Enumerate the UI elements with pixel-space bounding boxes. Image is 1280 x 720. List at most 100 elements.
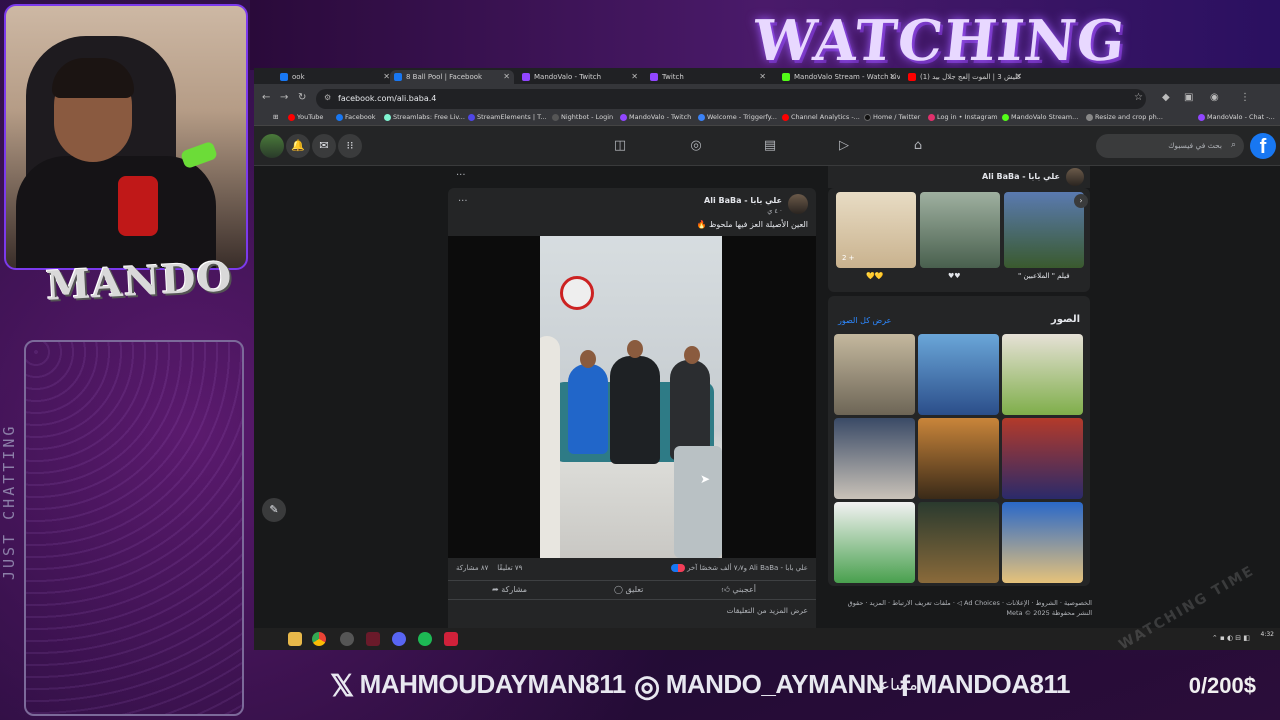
app-icon[interactable] <box>366 632 380 646</box>
forward-icon[interactable]: → <box>280 92 288 103</box>
tab-twitch-mandovalo[interactable]: MandoValo - Twitch ✕ <box>518 70 642 84</box>
bookmark-twitch[interactable]: MandoValo - Twitch <box>620 113 691 121</box>
bookmark-twitter[interactable]: Home / Twitter <box>864 113 920 121</box>
comment-button[interactable]: ◯ تعليق <box>614 585 643 594</box>
tab-twitch[interactable]: Twitch ✕ <box>646 70 770 84</box>
featured-thumb[interactable] <box>920 192 1000 268</box>
valorant-icon[interactable] <box>444 632 458 646</box>
post-author-avatar[interactable] <box>788 194 808 214</box>
bookmark-streamlabs[interactable]: Streamlabs: Free Liv... <box>384 113 465 121</box>
bookmark-channel-analytics[interactable]: Channel Analytics -... <box>782 113 860 121</box>
post-counts[interactable]: ٧٩ تعليقًا ٨٧ مشاركة <box>456 564 522 572</box>
url-field[interactable]: ⚙ facebook.com/ali.baba.4 <box>316 89 1146 109</box>
post-video-container[interactable]: ➤ <box>448 236 816 558</box>
comments-count: ٧٩ تعليقًا <box>497 564 523 572</box>
discord-icon[interactable] <box>392 632 406 646</box>
facebook-search-input[interactable]: بحث في فيسبوك ⌕ <box>1096 134 1244 158</box>
compose-icon[interactable]: ✎ <box>262 498 286 522</box>
bookmark-instagram[interactable]: Log in • Instagram <box>928 113 998 121</box>
tab-close-icon[interactable]: ✕ <box>889 72 896 81</box>
reload-icon[interactable]: ↻ <box>298 92 306 103</box>
profile-avatar[interactable] <box>1066 168 1084 186</box>
tab-close-icon[interactable]: ✕ <box>631 72 638 81</box>
marketplace-icon[interactable]: ▤ <box>760 136 780 156</box>
featured-panel: 2 + 💛💛 ♥♥ فيلم " الملاعبين " › <box>828 188 1090 292</box>
gaming-icon[interactable]: ◫ <box>610 136 630 156</box>
tab-kick-stream[interactable]: MandoValo Stream - Watch Live ✕ <box>778 70 900 84</box>
streamer-logo: MANDO <box>44 253 234 310</box>
share-button[interactable]: ➦ مشاركة <box>492 585 527 594</box>
bookmark-youtube[interactable]: YouTube <box>288 113 323 121</box>
tab-label: 8 Ball Pool | Facebook <box>406 73 483 81</box>
photo-thumb[interactable] <box>1002 502 1083 583</box>
bookmark-nightbot[interactable]: Nightbot - Login <box>552 113 613 121</box>
file-explorer-icon[interactable] <box>288 632 302 646</box>
video-stand <box>674 446 722 558</box>
see-all-photos-link[interactable]: عرض كل الصور <box>838 316 891 325</box>
spotify-icon[interactable] <box>418 632 432 646</box>
post-reactions[interactable]: علي بابا - Ali BaBa و٧٫٧ ألف شخصًا آخر <box>669 564 808 572</box>
post-more-icon[interactable]: ··· <box>458 196 468 207</box>
view-more-comments-link[interactable]: عرض المزيد من التعليقات <box>726 606 808 615</box>
photo-thumb[interactable] <box>834 502 915 583</box>
tab-favicon-icon <box>782 73 790 81</box>
photo-thumb[interactable] <box>1002 334 1083 415</box>
post-timestamp[interactable]: ٤ ي · <box>767 207 782 215</box>
tab-facebook[interactable]: ook ✕ <box>276 70 394 84</box>
instagram-icon: ◎ <box>634 670 660 703</box>
extensions-puzzle-icon[interactable]: ▣ <box>1184 92 1193 103</box>
chrome-icon[interactable] <box>312 632 326 646</box>
tab-youtube[interactable]: (1) كليش 3 | الموت إلعج جلال بيد ✕ <box>904 70 1026 84</box>
tab-8-ball-pool[interactable]: 8 Ball Pool | Facebook ✕ <box>390 70 514 84</box>
notifications-icon[interactable]: 🔔 <box>286 134 310 158</box>
tab-close-icon[interactable]: ✕ <box>503 72 510 81</box>
bookmark-resize-crop[interactable]: Resize and crop ph... <box>1086 113 1163 121</box>
tab-favicon-icon <box>650 73 658 81</box>
back-icon[interactable]: ← <box>262 92 270 103</box>
tab-close-icon[interactable]: ✕ <box>1015 72 1022 81</box>
photo-thumb[interactable] <box>834 418 915 499</box>
featured-thumb[interactable] <box>1004 192 1084 268</box>
bookmark-facebook[interactable]: Facebook <box>336 113 376 121</box>
bookmark-kick-stream[interactable]: MandoValo Stream... <box>1002 113 1078 121</box>
photo-thumb[interactable] <box>1002 418 1083 499</box>
menu-grid-icon[interactable]: ⁝⁝ <box>338 134 362 158</box>
more-options-icon[interactable]: ··· <box>456 170 466 181</box>
menu-icon[interactable]: ⋮ <box>1240 92 1250 103</box>
post-caption: العين الأصيلة العز فيها ملحوظ 🔥 <box>696 220 808 229</box>
taskbar-clock[interactable]: 4:32 <box>1261 631 1274 639</box>
messenger-icon[interactable]: ✉ <box>312 134 336 158</box>
chevron-right-icon[interactable]: › <box>1074 194 1088 208</box>
webcam-person-hair <box>52 58 134 98</box>
post-author-name[interactable]: علي بابا - Ali BaBa <box>704 196 782 205</box>
groups-icon[interactable]: ◎ <box>686 136 706 156</box>
profile-name[interactable]: علي بابا - Ali BaBa <box>982 172 1060 181</box>
facebook-logo[interactable]: f <box>1250 133 1276 159</box>
bookmark-twitch-chat[interactable]: MandoValo - Chat -... <box>1198 113 1275 121</box>
bookmark-streamelements[interactable]: StreamElements | T... <box>468 113 547 121</box>
post-video[interactable]: ➤ <box>540 236 722 558</box>
tab-favicon-icon <box>522 73 530 81</box>
extension-icon[interactable]: ◆ <box>1162 92 1170 103</box>
apps-grid-icon[interactable]: ⊞ <box>264 113 278 121</box>
obs-icon[interactable] <box>340 632 354 646</box>
home-icon[interactable]: ⌂ <box>908 136 928 156</box>
photo-thumb[interactable] <box>834 334 915 415</box>
profile-icon[interactable]: ◉ <box>1210 92 1219 103</box>
featured-thumb[interactable]: 2 + <box>836 192 916 268</box>
account-avatar[interactable] <box>260 134 284 158</box>
tab-label: Twitch <box>662 73 684 81</box>
photo-thumb[interactable] <box>918 418 999 499</box>
like-button[interactable]: 👍︎ أعجبني <box>721 585 756 595</box>
share-icon: ➦ <box>492 585 502 594</box>
tab-close-icon[interactable]: ✕ <box>383 72 390 81</box>
photo-thumb[interactable] <box>918 502 999 583</box>
bookmark-star-icon[interactable]: ☆ <box>1134 92 1143 103</box>
system-tray[interactable]: ⌃ ▪ ◐ ⊟ ◧ <box>1212 634 1250 642</box>
photo-thumb[interactable] <box>918 334 999 415</box>
footer-links[interactable]: الخصوصية · الشروط · الإعلانات · Ad Choic… <box>840 598 1092 618</box>
tab-close-icon[interactable]: ✕ <box>759 72 766 81</box>
site-info-icon[interactable]: ⚙ <box>324 93 331 102</box>
video-icon[interactable]: ▷ <box>834 136 854 156</box>
bookmark-triggerfyre[interactable]: Welcome - Triggerfy... <box>698 113 777 121</box>
